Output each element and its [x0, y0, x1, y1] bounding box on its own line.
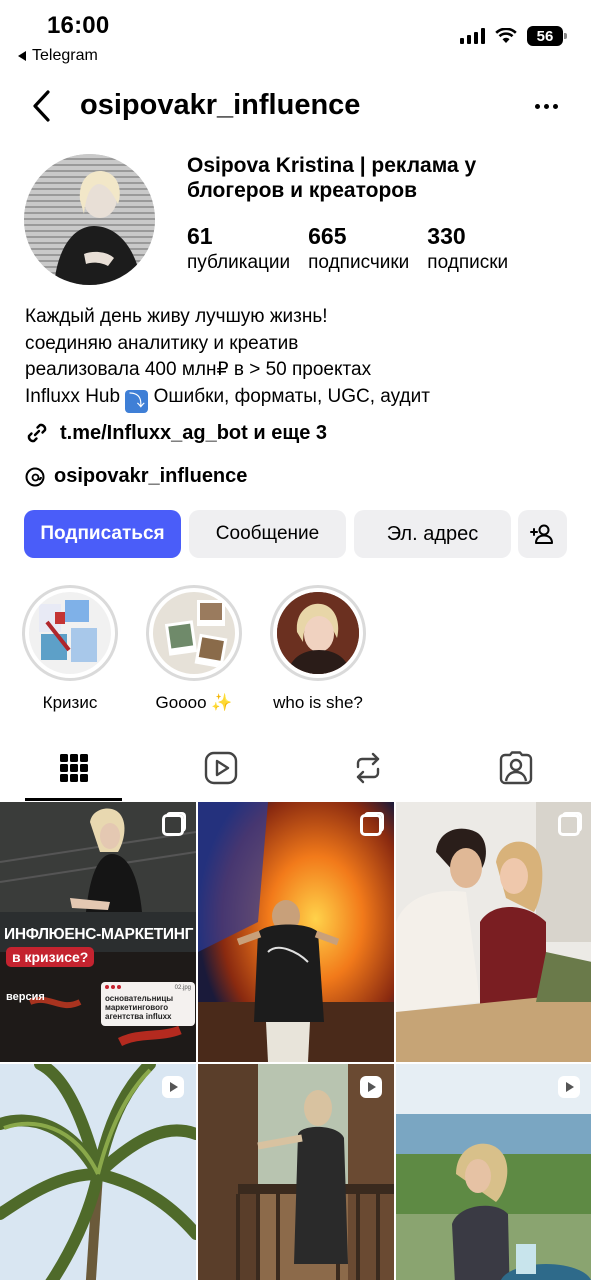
highlight-cover: [277, 592, 359, 674]
page-title: osipovakr_influence: [80, 89, 361, 121]
card-text: основательницы: [105, 994, 174, 1003]
link-icon: [27, 423, 47, 443]
card-text: маркетингового: [105, 1003, 169, 1012]
follow-button[interactable]: Подписаться: [24, 510, 181, 558]
tab-posts[interactable]: [25, 735, 123, 801]
stat-label: подписки: [427, 252, 509, 273]
profile-name: Osipova Kristina | реклама у блогеров и …: [187, 154, 477, 202]
stat-value: 330: [427, 223, 466, 249]
reels-icon: [204, 751, 238, 785]
post-pill: в кризисе?: [6, 947, 95, 967]
back-chevron-icon[interactable]: [28, 88, 58, 124]
grid-icon: [60, 754, 88, 782]
post-caption-small: версия: [6, 991, 45, 1003]
highlight-cover: [153, 592, 235, 674]
status-time: 16:00: [47, 12, 110, 39]
add-person-icon: [529, 524, 553, 544]
highlight-label: Кризис: [42, 693, 98, 712]
post-thumbnail[interactable]: ИНФЛЮЕНС-МАРКЕТИНГ в кризисе? версия 02.…: [0, 802, 196, 1062]
bio-text: Ошибки, форматы, UGC, аудит: [153, 385, 430, 407]
highlight-item[interactable]: who is she?: [270, 585, 366, 712]
cellular-signal-icon: [460, 28, 485, 44]
reel-icon: [360, 1076, 382, 1098]
back-triangle-icon: [18, 51, 26, 61]
suggest-users-button[interactable]: [518, 510, 567, 558]
post-card: 02.jpg основательницы маркетингового аге…: [101, 982, 195, 1026]
card-text: агентства influxx: [105, 1012, 172, 1021]
carousel-icon: [360, 814, 382, 836]
bio-line: Influxx Hub ⤵ Ошибки, форматы, UGC, ауди…: [25, 384, 570, 413]
message-button[interactable]: Сообщение: [189, 510, 346, 558]
tab-reposts[interactable]: [319, 735, 417, 801]
status-indicators: 56: [460, 26, 567, 46]
highlight-ring: [146, 585, 242, 681]
post-title: ИНФЛЮЕНС-МАРКЕТИНГ: [4, 926, 194, 943]
stat-posts[interactable]: 61 публикации: [187, 222, 290, 276]
stat-value: 61: [187, 223, 213, 249]
card-filename: 02.jpg: [174, 985, 191, 991]
post-thumbnail[interactable]: [396, 802, 591, 1062]
bio-line: соединяю аналитику и креатив: [25, 332, 299, 354]
stat-label: подписчики: [308, 252, 410, 273]
stat-value: 665: [308, 223, 347, 249]
post-thumbnail[interactable]: [198, 1064, 394, 1280]
highlight-ring: [270, 585, 366, 681]
reel-icon: [558, 1076, 580, 1098]
post-thumbnail[interactable]: [198, 802, 394, 1062]
bio-line: реализовала 400 млн₽ в > 50 проектах: [25, 359, 372, 380]
back-to-telegram[interactable]: Telegram: [18, 47, 98, 65]
window-dots: [105, 985, 121, 989]
post-thumbnail[interactable]: [0, 1064, 196, 1280]
link-text: t.me/Influxx_ag_bot и еще 3: [60, 421, 328, 444]
profile-bio: Каждый день живу лучшую жизнь! соединяю …: [25, 304, 570, 413]
tab-reels[interactable]: [172, 735, 270, 801]
stat-following[interactable]: 330 подписки: [427, 222, 508, 276]
highlight-ring: [22, 585, 118, 681]
stat-label: публикации: [187, 252, 291, 273]
carousel-icon: [162, 814, 184, 836]
battery-icon: 56: [527, 26, 567, 46]
reel-icon: [162, 1076, 184, 1098]
threads-username: osipovakr_influence: [54, 465, 248, 487]
stat-followers[interactable]: 665 подписчики: [308, 222, 409, 276]
reposts-icon: [356, 752, 380, 784]
highlight-label: who is she?: [273, 693, 363, 712]
profile-link[interactable]: t.me/Influxx_ag_bot и еще 3: [24, 420, 327, 446]
tagged-icon: [499, 751, 533, 785]
highlight-item[interactable]: Кризис: [22, 585, 118, 712]
highlight-cover: [29, 592, 111, 674]
bio-line: Каждый день живу лучшую жизнь!: [25, 306, 328, 327]
active-tab-indicator: [25, 798, 122, 801]
threads-profile-link[interactable]: osipovakr_influence: [24, 465, 247, 488]
profile-header: osipovakr_influence: [0, 80, 591, 132]
more-options-icon[interactable]: [535, 96, 561, 116]
tab-tagged[interactable]: [467, 735, 565, 801]
highlight-label: Goooo ✨: [155, 693, 233, 712]
highlight-item[interactable]: Goooo ✨: [146, 585, 242, 712]
arrow-down-emoji-icon: ⤵: [125, 389, 149, 413]
profile-stats: 61 публикации 665 подписчики 330 подписк…: [187, 222, 577, 276]
wifi-icon: [495, 28, 517, 43]
threads-icon: [25, 467, 45, 486]
bio-text: Influxx Hub: [25, 385, 121, 407]
post-thumbnail[interactable]: [396, 1064, 591, 1280]
carousel-icon: [558, 814, 580, 836]
back-app-label: Telegram: [32, 47, 98, 64]
profile-tabs: [0, 735, 591, 801]
avatar[interactable]: [24, 154, 155, 285]
email-button[interactable]: Эл. адрес: [354, 510, 511, 558]
